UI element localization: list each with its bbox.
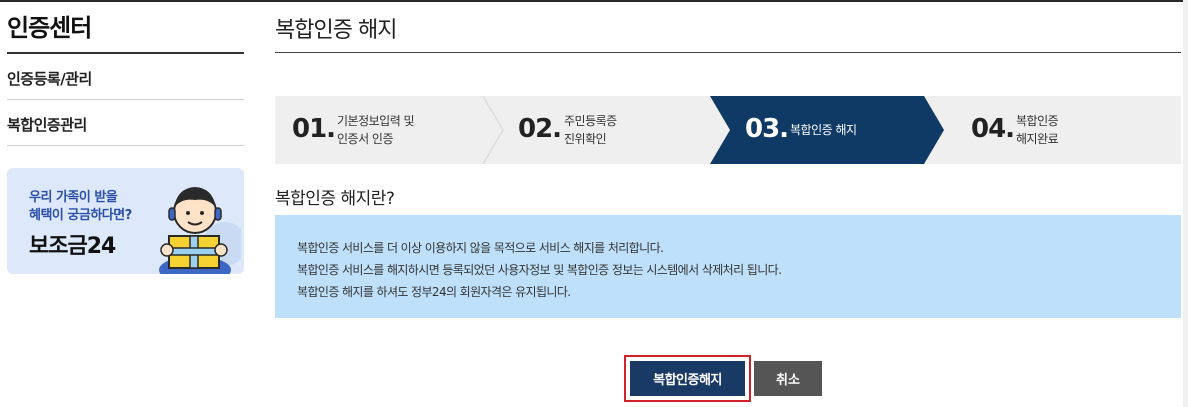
cancel-button[interactable]: 취소	[754, 361, 822, 396]
multi-auth-cancel-button[interactable]: 복합인증해지	[630, 361, 745, 396]
step-2: 02. 주민등록증 진위확인	[503, 96, 713, 164]
step-number: 03.	[745, 114, 789, 144]
step-number: 04.	[971, 114, 1015, 144]
gift-person-illustration-icon	[159, 187, 241, 274]
step-label-line1: 복합인증	[1016, 114, 1059, 128]
info-line: 복합인증 해지를 하셔도 정부24의 회원자격은 유지됩니다.	[297, 285, 571, 299]
page-title-divider	[275, 52, 1181, 53]
step-label-line1: 기본정보입력 및	[337, 114, 415, 128]
step-3-active: 03. 복합인증 해지	[730, 96, 930, 164]
info-box: 복합인증 서비스를 더 이상 이용하지 않을 목적으로 서비스 해지를 처리합니…	[275, 215, 1181, 318]
step-number: 02.	[518, 114, 562, 144]
step-4: 04. 복합인증 해지완료	[955, 96, 1175, 164]
top-rule	[0, 0, 1188, 2]
sidebar-item-label: 인증등록/관리	[7, 70, 92, 88]
info-line: 복합인증 서비스를 더 이상 이용하지 않을 목적으로 서비스 해지를 처리합니…	[297, 241, 664, 255]
banner-line-1: 우리 가족이 받을	[29, 190, 118, 205]
section-title: 복합인증 해지란?	[275, 189, 395, 209]
step-label-line1: 주민등록증	[564, 114, 617, 128]
scrollbar[interactable]	[1183, 0, 1188, 407]
step-1: 01. 기본정보입력 및 인증서 인증	[275, 96, 490, 164]
step-label-line2: 인증서 인증	[337, 132, 394, 146]
sidebar-item-cert-management[interactable]: 인증등록/관리	[7, 54, 244, 100]
step-label-line2: 해지완료	[1016, 132, 1059, 146]
sidebar-title: 인증센터	[7, 14, 92, 42]
step-number: 01.	[292, 114, 336, 144]
page-title: 복합인증 해지	[275, 18, 397, 43]
info-line: 복합인증 서비스를 해지하시면 등록되었던 사용자정보 및 복합인증 정보는 시…	[297, 263, 782, 277]
subsidy24-banner[interactable]: 우리 가족이 받을 혜택이 궁금하다면? 보조금24	[7, 168, 244, 274]
banner-brand: 보조금24	[29, 234, 116, 259]
sidebar-item-label: 복합인증관리	[7, 116, 87, 134]
progress-steps: 01. 기본정보입력 및 인증서 인증 02. 주민등록증 진위확인 03. 복…	[275, 96, 1181, 164]
step-label-line1: 복합인증 해지	[790, 123, 857, 137]
banner-line-2: 혜택이 궁금하다면?	[29, 208, 132, 223]
step-label-line2: 진위확인	[564, 132, 607, 146]
sidebar-item-multi-auth-management[interactable]: 복합인증관리	[7, 100, 244, 146]
